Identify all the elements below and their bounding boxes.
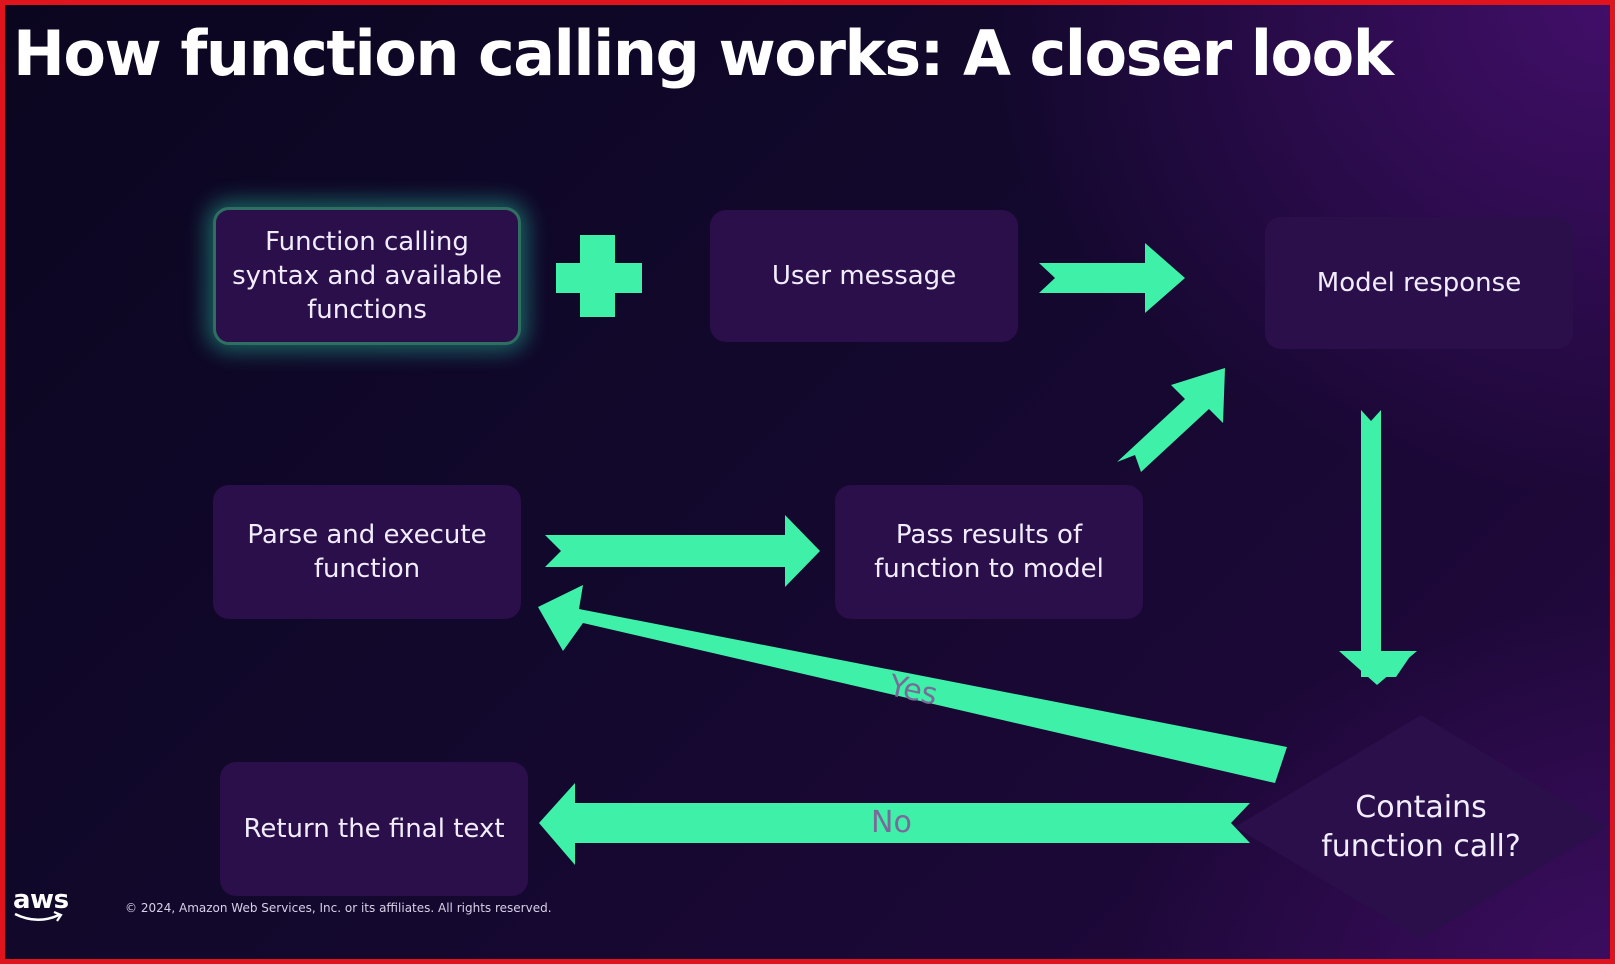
aws-smile-icon — [14, 911, 63, 922]
arrow-user-to-model — [1039, 243, 1185, 313]
arrow-parse-to-results — [545, 515, 820, 587]
node-model-response: Model response — [1265, 217, 1573, 349]
edge-label-no: No — [871, 805, 912, 840]
copyright-notice: © 2024, Amazon Web Services, Inc. or its… — [125, 901, 552, 915]
node-parse-execute: Parse and execute function — [213, 485, 521, 619]
node-function-syntax: Function calling syntax and available fu… — [213, 207, 521, 345]
node-user-message-label: User message — [771, 260, 957, 291]
node-function-syntax-label: Function calling syntax and available fu… — [232, 226, 502, 326]
node-pass-results: Pass results of function to model — [835, 485, 1143, 619]
node-return-text: Return the final text — [220, 762, 528, 896]
plus-icon — [556, 235, 642, 317]
arrow-results-to-model — [1117, 368, 1225, 472]
decision-label-text: Contains function call? — [1321, 790, 1521, 864]
arrow-model-to-decision — [1361, 410, 1411, 677]
node-user-message: User message — [710, 210, 1018, 342]
node-return-text-label: Return the final text — [243, 813, 505, 844]
node-parse-execute-label: Parse and execute function — [247, 519, 487, 584]
arrow-model-to-decision-head — [1339, 651, 1417, 685]
node-model-response-label: Model response — [1316, 267, 1522, 298]
decision-label: Contains function call? — [1321, 765, 1521, 889]
node-pass-results-label: Pass results of function to model — [874, 519, 1104, 584]
slide-frame: How function calling works: A closer loo… — [0, 0, 1615, 964]
